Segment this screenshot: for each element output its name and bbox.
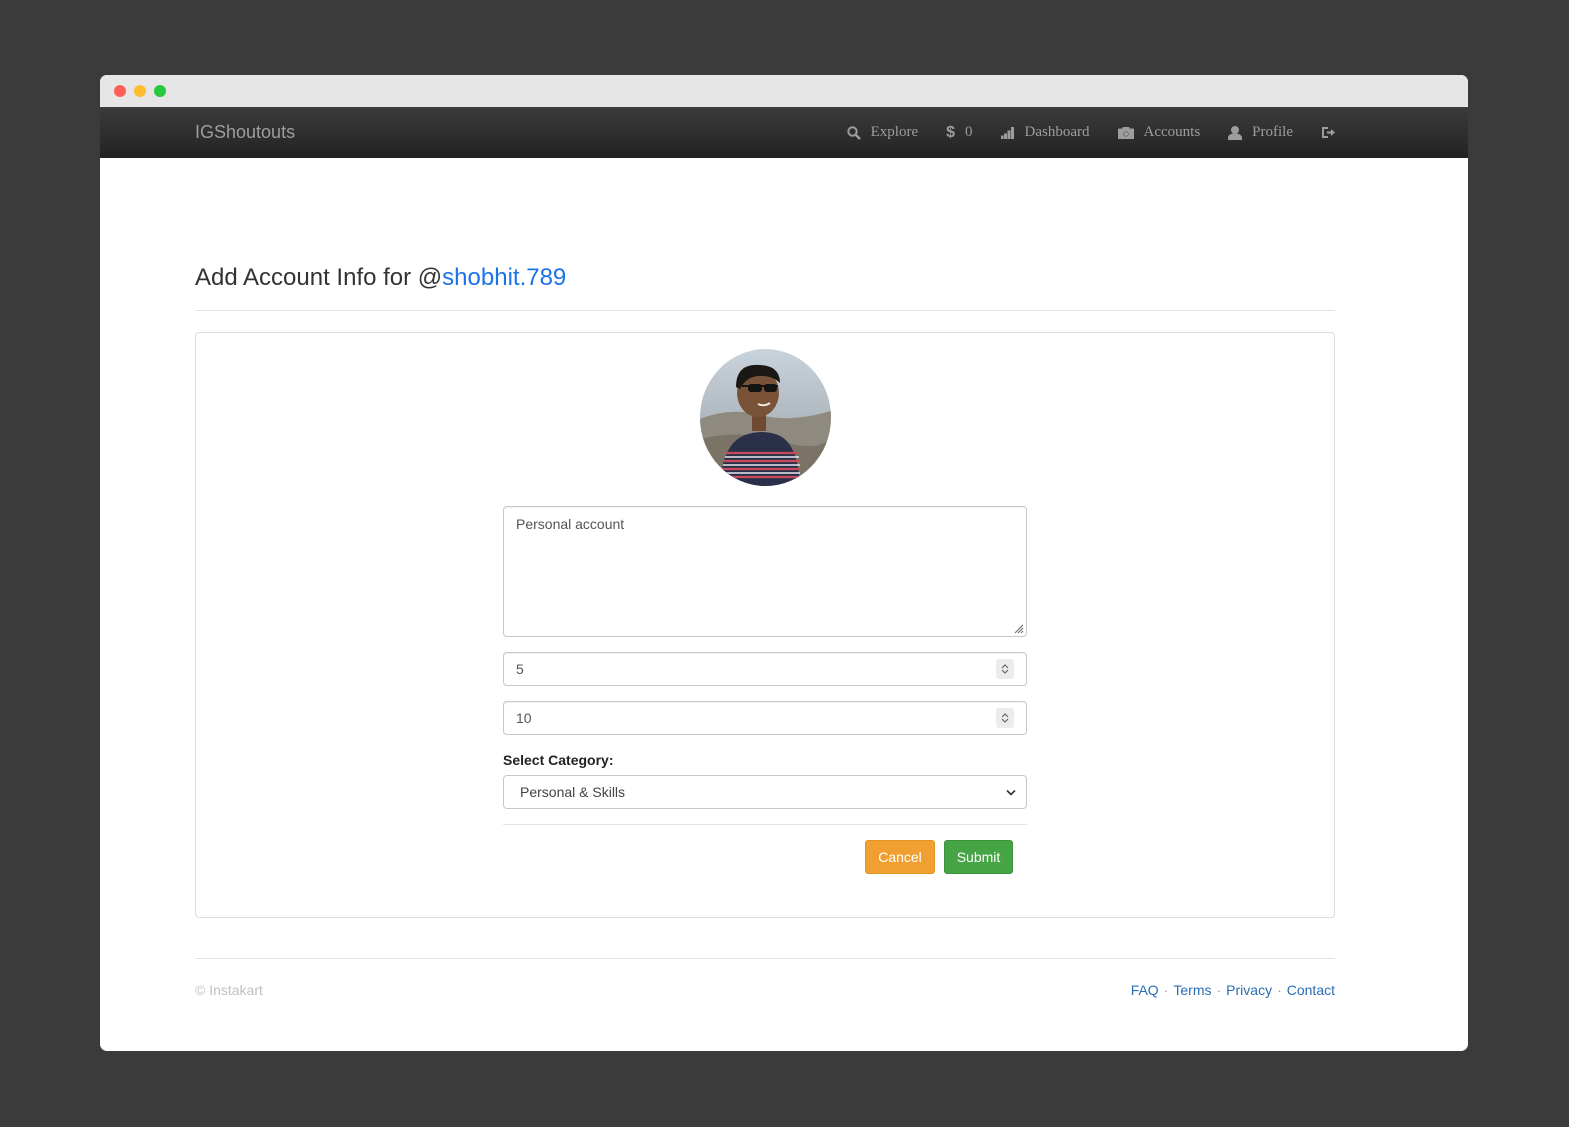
- account-info-panel: Personal account 5 10 Select Category: P…: [195, 332, 1335, 918]
- profile-photo: [700, 349, 831, 486]
- copyright-text: © Instakart: [195, 982, 263, 998]
- avatar: [700, 349, 831, 486]
- form-divider: [503, 824, 1027, 825]
- chevron-down-icon[interactable]: [1001, 718, 1009, 724]
- footer-link-contact[interactable]: Contact: [1287, 982, 1335, 998]
- resize-grip-icon[interactable]: [1012, 622, 1024, 634]
- form-actions: Cancel Submit: [503, 840, 1027, 874]
- account-handle-link[interactable]: shobhit.789: [442, 264, 566, 291]
- number-input-1-value: 5: [516, 661, 524, 677]
- number-input-2[interactable]: 10: [503, 701, 1027, 735]
- number-input-2-value: 10: [516, 710, 532, 726]
- cancel-button[interactable]: Cancel: [865, 840, 935, 874]
- footer-separator: ·: [1216, 982, 1222, 998]
- chevron-down-icon[interactable]: [1001, 669, 1009, 675]
- footer-link-privacy[interactable]: Privacy: [1226, 982, 1272, 998]
- footer-links: FAQ · Terms · Privacy · Contact: [1131, 982, 1335, 998]
- category-label: Select Category:: [503, 752, 614, 768]
- description-textarea[interactable]: Personal account: [503, 506, 1027, 637]
- footer-link-faq[interactable]: FAQ: [1131, 982, 1159, 998]
- submit-button[interactable]: Submit: [944, 840, 1013, 874]
- number-spinner-1[interactable]: [996, 659, 1014, 679]
- chevron-down-icon: [1006, 789, 1016, 796]
- page-title: Add Account Info for @shobhit.789: [195, 264, 1335, 311]
- category-select[interactable]: Personal & Skills: [503, 775, 1027, 809]
- category-selected-value: Personal & Skills: [520, 784, 626, 800]
- footer-link-terms[interactable]: Terms: [1173, 982, 1211, 998]
- page-title-prefix: Add Account Info for @: [195, 264, 443, 291]
- number-spinner-2[interactable]: [996, 708, 1014, 728]
- page-body: Add Account Info for @shobhit.789 Person…: [100, 75, 1468, 1051]
- account-info-form: Personal account 5 10 Select Category: P…: [503, 506, 1027, 874]
- footer-separator: ·: [1163, 982, 1169, 998]
- footer-divider: [195, 958, 1335, 959]
- number-input-1[interactable]: 5: [503, 652, 1027, 686]
- description-text: Personal account: [516, 516, 625, 532]
- footer-separator: ·: [1277, 982, 1282, 998]
